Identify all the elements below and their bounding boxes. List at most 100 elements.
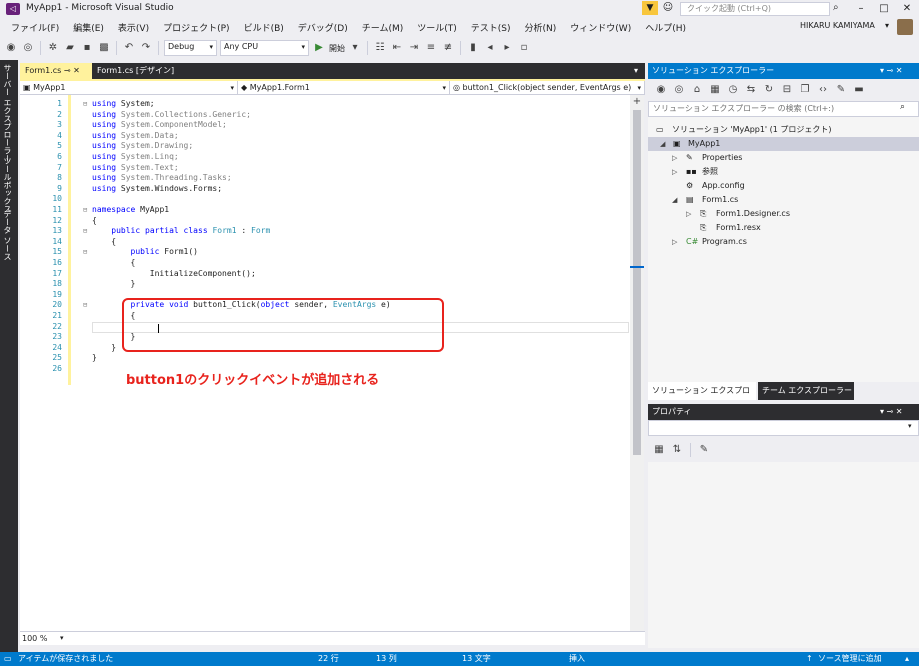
- menu-analyze[interactable]: 分析(N): [518, 21, 564, 34]
- code-line[interactable]: 9 using System.Windows.Forms;: [20, 184, 630, 195]
- tree-item-program-cs[interactable]: ▷ C# Program.cs: [648, 235, 919, 249]
- alphabetical-icon[interactable]: ⇅: [670, 443, 684, 457]
- outdent-icon[interactable]: ⇥: [407, 41, 421, 55]
- switch-views-icon[interactable]: ▦: [708, 83, 722, 97]
- fold-collapse-icon[interactable]: ⊟: [83, 300, 87, 311]
- chevron-down-icon[interactable]: ▾: [348, 41, 362, 55]
- code-line[interactable]: 4 using System.Data;: [20, 131, 630, 142]
- menu-window[interactable]: ウィンドウ(W): [563, 21, 638, 34]
- refresh-icon[interactable]: ↻: [762, 83, 776, 97]
- save-icon[interactable]: ▪: [80, 41, 94, 55]
- menu-project[interactable]: プロジェクト(P): [156, 21, 236, 34]
- collapsed-triangle-icon[interactable]: ▷: [686, 207, 691, 221]
- code-line[interactable]: 14 {: [20, 237, 630, 248]
- add-to-source-control[interactable]: ソース管理に追加: [818, 652, 882, 666]
- preview-icon[interactable]: ▬: [852, 83, 866, 97]
- scrollbar-thumb[interactable]: [633, 110, 641, 455]
- close-button[interactable]: ✕: [897, 2, 917, 16]
- side-tab-data-sources[interactable]: データ ソース: [2, 210, 13, 261]
- start-button[interactable]: 開始: [329, 43, 345, 54]
- tab-form1-design[interactable]: Form1.cs [デザイン]: [92, 63, 202, 79]
- chevron-up-icon[interactable]: ▴: [905, 652, 909, 666]
- start-play-icon[interactable]: ▶: [312, 41, 326, 55]
- undo-icon[interactable]: ↶: [122, 41, 136, 55]
- fold-collapse-icon[interactable]: ⊟: [83, 247, 87, 258]
- back-icon[interactable]: ◉: [4, 41, 18, 55]
- code-line[interactable]: 8 using System.Threading.Tasks;: [20, 173, 630, 184]
- tree-item-form1-resx[interactable]: ⎘ Form1.resx: [648, 221, 919, 235]
- collapsed-triangle-icon[interactable]: ▷: [672, 165, 677, 179]
- menu-tools[interactable]: ツール(T): [410, 21, 464, 34]
- minimize-button[interactable]: –: [851, 2, 871, 16]
- code-line[interactable]: 16 {: [20, 258, 630, 269]
- forward-icon[interactable]: ◎: [672, 83, 686, 97]
- tab-team-explorer[interactable]: チーム エクスプローラー: [758, 382, 854, 400]
- code-area[interactable]: 1 ⊟ using System; 2 using System.Collections…: [20, 95, 630, 631]
- collapsed-triangle-icon[interactable]: ▷: [672, 235, 677, 249]
- show-all-files-icon[interactable]: ❐: [798, 83, 812, 97]
- quick-launch-input[interactable]: クイック起動 (Ctrl+Q): [680, 2, 830, 16]
- find-icon[interactable]: ☷: [373, 41, 387, 55]
- code-line[interactable]: 2 using System.Collections.Generic;: [20, 110, 630, 121]
- notification-flag-icon[interactable]: ▼: [642, 1, 658, 15]
- menu-test[interactable]: テスト(S): [464, 21, 518, 34]
- pane-window-buttons[interactable]: ▾ ⊸ ✕: [880, 404, 903, 420]
- pin-icon[interactable]: ⊸: [64, 66, 71, 75]
- collapse-all-icon[interactable]: ⊟: [780, 83, 794, 97]
- forward-icon[interactable]: ◎: [21, 41, 35, 55]
- open-file-icon[interactable]: ▰: [63, 41, 77, 55]
- clear-bookmark-icon[interactable]: ▫: [517, 41, 531, 55]
- next-bookmark-icon[interactable]: ▸: [500, 41, 514, 55]
- code-line[interactable]: 15 ⊟ public Form1(): [20, 247, 630, 258]
- properties-object-selector[interactable]: [648, 420, 919, 436]
- tree-item-form1-cs[interactable]: ◢ ▤ Form1.cs: [648, 193, 919, 207]
- menu-team[interactable]: チーム(M): [355, 21, 411, 34]
- expanded-triangle-icon[interactable]: ◢: [672, 193, 677, 207]
- code-line[interactable]: 11 ⊟ namespace MyApp1: [20, 205, 630, 216]
- member-dropdown[interactable]: ◎ button1_Click(object sender, EventArgs…: [450, 81, 645, 95]
- side-tab-server-explorer[interactable]: サーバー エクスプローラー: [2, 64, 13, 163]
- close-icon[interactable]: ✕: [73, 66, 80, 75]
- side-tab-toolbox[interactable]: ツールボックス: [2, 157, 13, 213]
- code-line[interactable]: 7 using System.Text;: [20, 163, 630, 174]
- comment-icon[interactable]: ≡: [424, 41, 438, 55]
- code-line[interactable]: 3 using System.ComponentModel;: [20, 120, 630, 131]
- tree-item-project[interactable]: ◢ ▣ MyApp1: [648, 137, 919, 151]
- indent-icon[interactable]: ⇤: [390, 41, 404, 55]
- back-icon[interactable]: ◉: [654, 83, 668, 97]
- prev-bookmark-icon[interactable]: ◂: [483, 41, 497, 55]
- tab-form1-cs[interactable]: Form1.cs ⊸ ✕: [20, 63, 92, 79]
- code-line[interactable]: 17 InitializeComponent();: [20, 269, 630, 280]
- zoom-level[interactable]: 100 %: [22, 632, 47, 645]
- code-line[interactable]: 10: [20, 194, 630, 205]
- avatar[interactable]: [897, 19, 913, 35]
- menu-debug[interactable]: デバッグ(D): [291, 21, 355, 34]
- tree-item-references[interactable]: ▷ ▪▪ 参照: [648, 165, 919, 179]
- code-line[interactable]: 1 ⊟ using System;: [20, 99, 630, 110]
- bookmark-icon[interactable]: ▮: [466, 41, 480, 55]
- fold-collapse-icon[interactable]: ⊟: [83, 205, 87, 216]
- code-editor[interactable]: 1 ⊟ using System; 2 using System.Collections…: [20, 95, 630, 631]
- code-line[interactable]: 12 {: [20, 216, 630, 227]
- new-project-icon[interactable]: ✲: [46, 41, 60, 55]
- fold-collapse-icon[interactable]: ⊟: [83, 226, 87, 237]
- collapsed-triangle-icon[interactable]: ▷: [672, 151, 677, 165]
- code-line[interactable]: 13 ⊟ public partial class Form1 : Form: [20, 226, 630, 237]
- properties-wrench-icon[interactable]: ✎: [834, 83, 848, 97]
- maximize-button[interactable]: □: [874, 2, 894, 16]
- menu-view[interactable]: 表示(V): [111, 21, 156, 34]
- solution-explorer-search-input[interactable]: ソリューション エクスプローラー の検索 (Ctrl+:): [648, 101, 919, 117]
- pane-window-buttons[interactable]: ▾ ⊸ ✕: [880, 63, 903, 79]
- menu-file[interactable]: ファイル(F): [4, 21, 66, 34]
- user-chevron-down-icon[interactable]: ▾: [885, 21, 889, 30]
- user-account-name[interactable]: HIKARU KAMIYAMA: [800, 21, 875, 30]
- chevron-down-icon[interactable]: ▾: [908, 422, 912, 430]
- search-icon[interactable]: ⌕: [900, 102, 905, 112]
- sync-icon[interactable]: ⇆: [744, 83, 758, 97]
- tab-overflow-chevron-down-icon[interactable]: ▾: [634, 63, 638, 79]
- upload-arrow-icon[interactable]: ↑: [806, 652, 813, 666]
- home-icon[interactable]: ⌂: [690, 83, 704, 97]
- uncomment-icon[interactable]: ≢: [441, 41, 455, 55]
- project-dropdown[interactable]: ▣ MyApp1 ▾: [20, 81, 238, 95]
- tree-item-form1-designer[interactable]: ▷ ⎘ Form1.Designer.cs: [648, 207, 919, 221]
